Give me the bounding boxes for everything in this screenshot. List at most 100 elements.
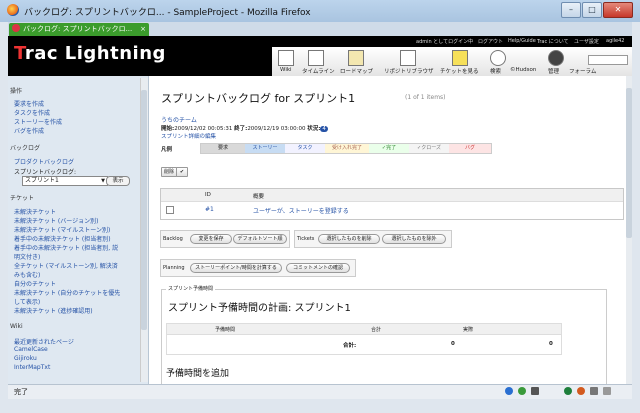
sidebar-create-task[interactable]: タスクを作成 <box>14 108 50 117</box>
about-trac-link[interactable]: Trac について <box>537 38 569 45</box>
sidebar-ticket-link[interactable]: 未解決チケット (進捗確認用) <box>14 306 93 315</box>
sidebar-ticket-link[interactable]: 未解決チケット (自分のチケットを優先 <box>14 288 120 297</box>
default-sort-button[interactable]: デフォルトソート順 <box>233 234 287 244</box>
addon-icon[interactable] <box>518 387 526 395</box>
search-input[interactable] <box>588 55 628 65</box>
sidebar-ticket-link[interactable]: 未解決チケット (マイルストーン別) <box>14 225 110 234</box>
window-title: バックログ: スプリントバックロ... - SampleProject - Mo… <box>24 8 311 18</box>
legend-done: ✓完了 <box>369 144 409 153</box>
legend-story: ストーリー <box>245 144 285 153</box>
total-row-label: 合計: <box>343 343 357 349</box>
column-summary: 概要 <box>253 194 265 200</box>
tickets-label: Tickets <box>297 236 315 242</box>
legend-label: 凡例 <box>161 147 173 153</box>
edit-sprint-link[interactable]: スプリント詳細の編集 <box>161 132 216 140</box>
sidebar-ticket-link[interactable]: 自分のチケット <box>14 279 56 288</box>
browser-tab[interactable]: バックログ: スプリントバックロ... × <box>9 23 149 36</box>
minimize-button[interactable]: – <box>561 2 581 18</box>
sprint-select[interactable]: スプリント1 ▼ <box>22 176 108 186</box>
close-window-button[interactable]: ✕ <box>603 2 633 18</box>
table-row[interactable]: #1 ユーザーが、ストーリーを登録する <box>161 202 623 219</box>
sidebar-ticket-link[interactable]: 未解決チケット (バージョン別) <box>14 216 98 225</box>
show-button[interactable]: 表示 <box>106 176 130 186</box>
trac-lightning-logo[interactable]: Trac Lightning <box>14 43 166 64</box>
delete-button[interactable]: 削除 <box>161 167 177 177</box>
planning-label: Planning <box>163 265 185 271</box>
menu-wiki[interactable]: Wiki <box>280 67 292 73</box>
contingent-plan-title: スプリント予備時間の計画: スプリント1 <box>168 303 351 314</box>
tab-close-icon[interactable]: × <box>140 23 146 36</box>
calculate-points-button[interactable]: ストーリーポイント/時間を計算する <box>190 263 282 273</box>
resize-grip-icon[interactable] <box>603 387 611 395</box>
network-icon <box>505 387 513 395</box>
sidebar-ticket-link[interactable]: 未解決チケット <box>14 207 56 216</box>
logout-link[interactable]: ログアウト <box>478 38 503 45</box>
window-bottom-edge <box>0 399 640 413</box>
legend-requirement: 要求 <box>201 144 245 153</box>
menu-browser[interactable]: リポジトリブラウザ <box>384 67 434 75</box>
ticket-summary-link[interactable]: ユーザーが、ストーリーを登録する <box>253 206 349 215</box>
agile42-link[interactable]: agile42 <box>606 38 624 44</box>
row-checkbox[interactable] <box>166 206 174 214</box>
sidebar-wiki-link[interactable]: 最近更新されたページ <box>14 337 74 346</box>
total-value: 0 <box>451 341 455 347</box>
download-icon[interactable] <box>590 387 598 395</box>
window-titlebar: バックログ: スプリントバックロ... - SampleProject - Mo… <box>0 0 640 22</box>
menu-admin[interactable]: 管理 <box>548 67 559 75</box>
sidebar-ticket-link[interactable]: みも含む) <box>14 270 40 279</box>
firebug-icon[interactable] <box>531 387 539 395</box>
add-contingent-title: 予備時間を追加 <box>166 369 230 379</box>
tab-favicon-icon <box>12 24 20 32</box>
menu-roadmap[interactable]: ロードマップ <box>340 67 373 75</box>
confirm-button[interactable]: ✔ <box>176 167 188 177</box>
menu-forum[interactable]: フォーラム <box>569 67 596 75</box>
column-actual: 実際 <box>463 327 474 333</box>
legend: 要求 ストーリー タスク 受け入れ完了 ✓完了 ✓クローズ バグ <box>200 143 492 154</box>
sidebar-create-story[interactable]: ストーリーを作成 <box>14 117 62 126</box>
menu-search[interactable]: 検索 <box>490 67 501 75</box>
column-id: ID <box>205 192 211 198</box>
help-guide-link[interactable]: Help/Guide <box>508 38 536 44</box>
ticket-id-link[interactable]: #1 <box>205 206 214 213</box>
sidebar-scroll-thumb[interactable] <box>141 90 147 330</box>
sidebar-heading-ops: 操作 <box>10 88 23 95</box>
item-count: (1 of 1 items) <box>405 94 446 101</box>
column-contingent: 予備時間 <box>215 327 236 333</box>
sidebar-ticket-link[interactable]: して表示) <box>14 297 40 306</box>
main-menu: Wiki タイムライン ロードマップ リポジトリブラウザ チケットを見る 検索 … <box>272 47 632 76</box>
backlog-table: ID 概要 #1 ユーザーが、ストーリーを登録する <box>160 188 624 220</box>
sidebar-wiki-link[interactable]: CamelCase <box>14 346 48 353</box>
search-icon <box>490 50 506 66</box>
team-link[interactable]: うちのチーム <box>161 115 197 124</box>
legend-task: タスク <box>285 144 325 153</box>
sidebar-ticket-link[interactable]: 着手中の未解決チケット (担当者別) <box>14 234 111 243</box>
sidebar-ticket-link[interactable]: 着手中の未解決チケット (担当者別, 説 <box>14 243 118 252</box>
contingent-table: 予備時間 合計 実際 合計: 0 0 <box>166 323 562 355</box>
page-title: スプリントバックログ for スプリント1 <box>161 92 356 105</box>
contingent-table-header: 予備時間 合計 実際 <box>167 324 561 335</box>
sidebar-ticket-link[interactable]: 明文付き) <box>14 252 40 261</box>
menu-tickets[interactable]: チケットを見る <box>440 67 479 75</box>
sidebar-wiki-link[interactable]: Gijiroku <box>14 355 37 362</box>
preferences-link[interactable]: ユーザ設定 <box>574 38 599 45</box>
maximize-button[interactable]: □ <box>582 2 602 18</box>
firefox-icon <box>577 387 585 395</box>
sidebar-product-backlog[interactable]: プロダクトバックログ <box>14 157 74 166</box>
sidebar-ticket-link[interactable]: 全チケット (マイルストーン別, 解決済 <box>14 261 118 270</box>
menu-timeline[interactable]: タイムライン <box>302 67 335 75</box>
remove-selected-button[interactable]: 選択したものを削除 <box>318 234 380 244</box>
confirm-commitment-button[interactable]: コミットメントの確認 <box>286 263 350 273</box>
repository-icon <box>400 50 416 66</box>
sidebar-wiki-link[interactable]: InterMapTxt <box>14 364 50 371</box>
sidebar-create-requirement[interactable]: 要求を作成 <box>14 99 44 108</box>
sprint-dates: 開始:2009/12/02 00:05:31 終了:2009/12/19 03:… <box>161 126 328 132</box>
save-changes-button[interactable]: 変更を保存 <box>190 234 232 244</box>
main-scroll-thumb[interactable] <box>626 88 632 238</box>
firefox-icon <box>7 4 19 16</box>
legend-bug: バグ <box>449 144 491 153</box>
sidebar-create-bug[interactable]: バグを作成 <box>14 126 44 135</box>
legend-closed: ✓クローズ <box>409 144 449 153</box>
sidebar-heading-backlog: バックログ <box>10 145 41 152</box>
exclude-selected-button[interactable]: 選択したものを除外 <box>382 234 446 244</box>
menu-hudson[interactable]: ©Hudson <box>510 67 536 73</box>
